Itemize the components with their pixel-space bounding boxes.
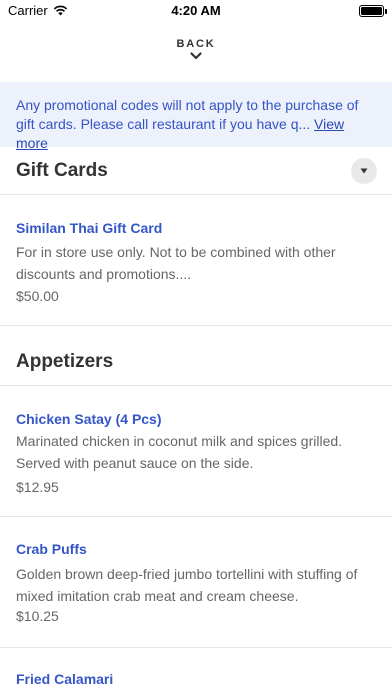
section-title: Appetizers <box>16 351 114 372</box>
banner-message: Any promotional codes will not apply to … <box>16 96 376 153</box>
section-header-gift-cards: Gift Cards <box>0 147 392 195</box>
collapse-section-button[interactable] <box>351 158 377 184</box>
item-description: Golden brown deep-fried jumbo tortellini… <box>16 566 358 604</box>
battery-fill <box>361 7 382 15</box>
triangle-down-icon <box>360 168 368 174</box>
item-price: $10.25 <box>16 608 59 624</box>
menu-item[interactable]: Crab Puffs Golden brown deep-fried jumbo… <box>0 518 392 648</box>
battery-icon <box>359 5 387 17</box>
item-description: For in store use only. Not to be combine… <box>16 244 336 282</box>
menu-item[interactable]: Fried Calamari <box>0 649 392 696</box>
section-title: Gift Cards <box>16 160 108 181</box>
item-price: $12.95 <box>16 479 59 495</box>
item-name[interactable]: Similan Thai Gift Card <box>16 220 162 236</box>
battery-cap <box>385 9 387 14</box>
item-description: Marinated chicken in coconut milk and sp… <box>16 433 343 471</box>
back-label: BACK <box>176 38 216 50</box>
item-name[interactable]: Crab Puffs <box>16 541 87 557</box>
menu-item[interactable]: Similan Thai Gift Card For in store use … <box>0 196 392 326</box>
status-time: 4:20 AM <box>171 3 221 18</box>
promo-banner: Any promotional codes will not apply to … <box>0 82 392 151</box>
status-bar: Carrier 4:20 AM <box>0 0 392 22</box>
banner-text: Any promotional codes will not apply to … <box>16 97 359 132</box>
section-header-appetizers: Appetizers <box>0 338 392 386</box>
menu-item[interactable]: Chicken Satay (4 Pcs) Marinated chicken … <box>0 387 392 517</box>
item-price: $50.00 <box>16 288 59 304</box>
item-name[interactable]: Fried Calamari <box>16 671 113 687</box>
item-name[interactable]: Chicken Satay (4 Pcs) <box>16 411 162 427</box>
chevron-down-icon <box>190 52 202 60</box>
back-button[interactable]: BACK <box>0 38 392 60</box>
